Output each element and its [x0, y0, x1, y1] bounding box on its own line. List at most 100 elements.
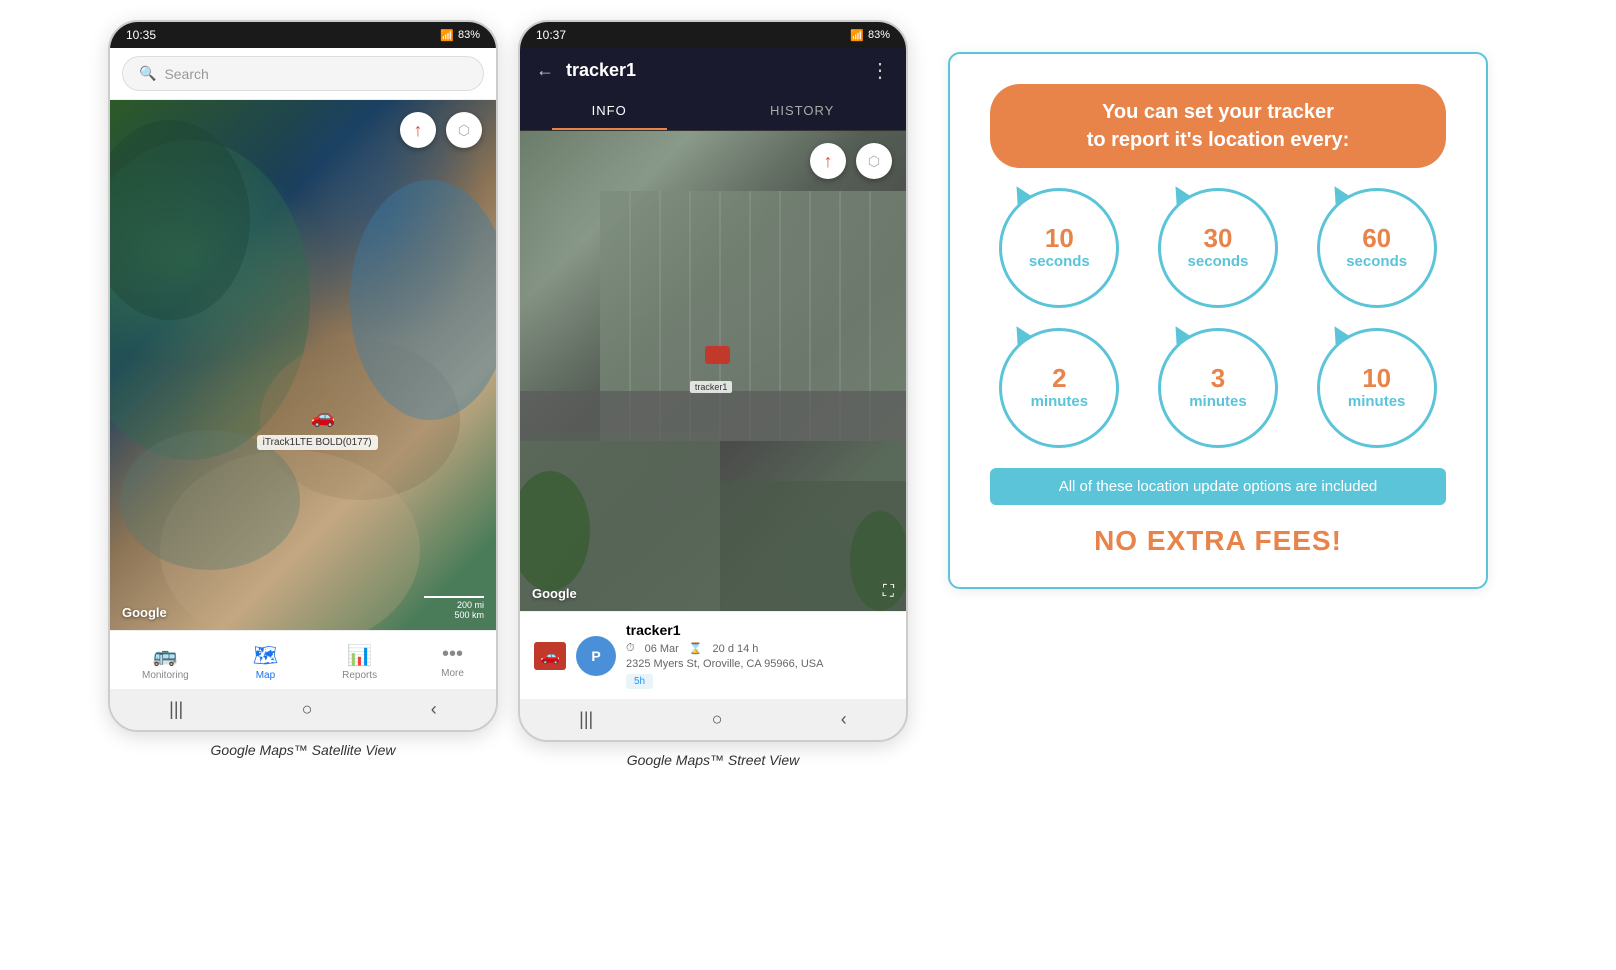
phone1-caption: Google Maps™ Satellite View	[211, 742, 396, 758]
headline-line1: You can set your tracker	[1020, 98, 1416, 126]
interval-3min: 3 minutes	[1158, 328, 1278, 448]
right-panel: You can set your tracker to report it's …	[928, 20, 1508, 620]
phone1-status-icons: 📶 83%	[440, 29, 480, 42]
clock-icon: ⏱	[626, 642, 635, 655]
interval-60sec-number: 60	[1362, 225, 1391, 251]
nav-reports[interactable]: 📊 Reports	[334, 639, 385, 685]
intervals-grid: 10 seconds 30 seconds 60 seconds 2 minut…	[990, 188, 1446, 448]
hourglass-icon: ⌛	[689, 642, 703, 655]
interval-10sec-number: 10	[1045, 225, 1074, 251]
compass-button[interactable]: ↑	[400, 112, 436, 148]
interval-10sec: 10 seconds	[999, 188, 1119, 308]
tracker-meta: ⏱ 06 Mar ⌛ 20 d 14 h	[626, 642, 892, 655]
android2-back-btn[interactable]: ‹	[841, 709, 847, 730]
interval-10min-unit: minutes	[1348, 393, 1406, 410]
tracker-title: tracker1	[566, 60, 858, 81]
phone2-battery: 83%	[868, 29, 890, 41]
tracker-duration: 20 d 14 h	[713, 643, 759, 655]
tracker-truck-icon: 🚗	[534, 642, 566, 670]
interval-2min: 2 minutes	[999, 328, 1119, 448]
street-map-svg	[520, 131, 906, 611]
interval-60sec-unit: seconds	[1346, 253, 1407, 270]
tracker-avatar: P	[576, 636, 616, 676]
tracker-satellite-label: iTrack1LTE BOLD(0177)	[257, 435, 378, 450]
phone2-time: 10:37	[536, 28, 566, 42]
terrain-svg	[110, 100, 496, 630]
phone2-mockup: 10:37 📶 83% ← tracker1 ⋮ INFO HISTORY	[518, 20, 908, 742]
nav-map[interactable]: 🗺 Map	[245, 639, 286, 685]
android-menu-btn[interactable]: |||	[169, 699, 183, 720]
android2-home-btn[interactable]: ○	[712, 709, 723, 730]
tracker-info-text: tracker1 ⏱ 06 Mar ⌛ 20 d 14 h 2325 Myers…	[626, 622, 892, 689]
no-extra-fees: NO EXTRA FEES!	[1094, 525, 1342, 557]
tab-history-label: HISTORY	[770, 103, 834, 118]
phone1-signal-icon: 📶	[440, 29, 454, 42]
phone2-android-nav: ||| ○ ‹	[520, 699, 906, 740]
navigate-button[interactable]: ⬡	[446, 112, 482, 148]
phone2-column: 10:37 📶 83% ← tracker1 ⋮ INFO HISTORY	[518, 20, 908, 768]
expand-button[interactable]: ⛶	[883, 583, 894, 601]
interval-2min-unit: minutes	[1031, 393, 1089, 410]
map-icon: 🗺	[253, 643, 278, 668]
nav-more-label: More	[441, 668, 464, 679]
street-map-area[interactable]: tracker1 ↑ ⬡ Google ⛶	[520, 131, 906, 611]
search-icon: 🔍	[139, 65, 156, 82]
time-badge: 5h	[626, 674, 653, 689]
phone2-caption: Google Maps™ Street View	[627, 752, 800, 768]
interval-10min-number: 10	[1362, 365, 1391, 391]
interval-10sec-unit: seconds	[1029, 253, 1090, 270]
phone2-status-bar: 10:37 📶 83%	[520, 22, 906, 48]
compass-needle-icon-2: ↑	[824, 151, 833, 172]
android-home-btn[interactable]: ○	[302, 699, 313, 720]
navigate-icon-2: ⬡	[868, 153, 880, 170]
tab-info-label: INFO	[592, 103, 627, 118]
phone1-bottom-nav: 🚌 Monitoring 🗺 Map 📊 Reports ••• More	[110, 630, 496, 689]
tracker-pin: 🚗	[311, 404, 336, 429]
compass-button-2[interactable]: ↑	[810, 143, 846, 179]
phone1-column: 10:35 📶 83% 🔍 Search	[108, 20, 498, 758]
tracker-date: 06 Mar	[645, 643, 679, 655]
navigate-button-2[interactable]: ⬡	[856, 143, 892, 179]
interval-2min-number: 2	[1052, 365, 1066, 391]
android-back-btn[interactable]: ‹	[431, 699, 437, 720]
nav-monitoring[interactable]: 🚌 Monitoring	[134, 639, 197, 685]
phone2-status-icons: 📶 83%	[850, 29, 890, 42]
phone1-mockup: 10:35 📶 83% 🔍 Search	[108, 20, 498, 732]
scale-200mi: 200 mi	[424, 600, 484, 610]
tracker-street-label: tracker1	[690, 381, 733, 393]
tracker-name: tracker1	[626, 622, 681, 638]
phone1-android-nav: ||| ○ ‹	[110, 689, 496, 730]
scale-line	[424, 596, 484, 598]
google-logo-satellite: Google	[122, 605, 167, 620]
phone1-search-bar: 🔍 Search	[110, 48, 496, 100]
tracker-name-row: tracker1	[626, 622, 892, 638]
search-input-box[interactable]: 🔍 Search	[122, 56, 484, 91]
nav-more[interactable]: ••• More	[433, 639, 472, 685]
phone1-battery: 83%	[458, 29, 480, 41]
search-placeholder: Search	[164, 66, 208, 82]
tab-info[interactable]: INFO	[552, 93, 667, 130]
scale-bar: 200 mi 500 km	[424, 596, 484, 620]
interval-3min-number: 3	[1211, 365, 1225, 391]
android2-menu-btn[interactable]: |||	[579, 709, 593, 730]
more-menu-button[interactable]: ⋮	[870, 58, 890, 83]
navigate-icon: ⬡	[458, 122, 470, 139]
phones-row: 10:35 📶 83% 🔍 Search	[108, 20, 1508, 768]
reports-icon: 📊	[347, 643, 372, 668]
tab-history[interactable]: HISTORY	[730, 93, 874, 130]
nav-reports-label: Reports	[342, 670, 377, 681]
phone1-time: 10:35	[126, 28, 156, 42]
tracker-info-panel: 🚗 P tracker1 ⏱ 06 Mar ⌛ 20 d 14 h 2325 M…	[520, 611, 906, 699]
satellite-map-area[interactable]: ↑ ⬡ 🚗 iTrack1LTE BOLD(0177) Google 200 m…	[110, 100, 496, 630]
compass-needle-icon: ↑	[414, 120, 423, 141]
interval-30sec-unit: seconds	[1188, 253, 1249, 270]
no-extra-banner: All of these location update options are…	[990, 468, 1446, 505]
interval-30sec-number: 30	[1204, 225, 1233, 251]
monitoring-icon: 🚌	[153, 643, 178, 668]
interval-10min: 10 minutes	[1317, 328, 1437, 448]
nav-map-label: Map	[256, 670, 275, 681]
more-icon: •••	[442, 643, 463, 666]
back-button[interactable]: ←	[536, 60, 554, 81]
phone1-status-bar: 10:35 📶 83%	[110, 22, 496, 48]
tracker-address: 2325 Myers St, Oroville, CA 95966, USA	[626, 658, 892, 670]
